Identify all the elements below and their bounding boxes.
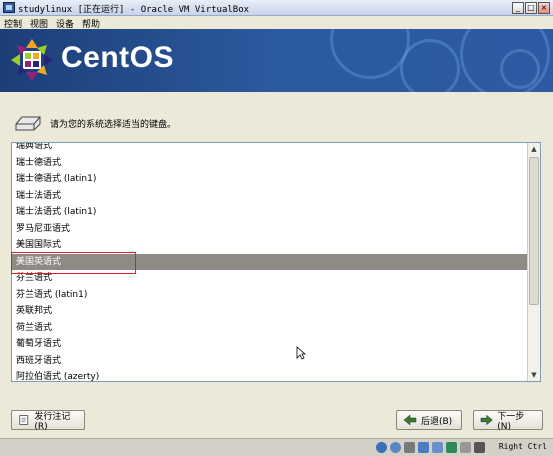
list-scrollbar[interactable]: ▲ ▼ (527, 143, 540, 381)
banner-swirl (400, 39, 460, 92)
centos-logo-icon (11, 39, 53, 81)
minimize-button[interactable]: _ (512, 2, 524, 14)
hard-disk-icon[interactable] (376, 442, 387, 453)
document-icon (19, 415, 29, 425)
host-key-label: Right Ctrl (498, 442, 547, 451)
banner-swirl (500, 49, 540, 89)
installer-content: 请为您的系统选择适当的键盘。 瑞典语式 瑞士德语式 瑞士德语式 (latin1)… (0, 92, 553, 438)
keyboard-list-item[interactable]: 罗马尼亚语式 (12, 221, 529, 238)
back-button[interactable]: 后退(B) (396, 410, 462, 430)
annotation-highlight-box (11, 252, 136, 274)
keyboard-list-item[interactable]: 瑞士法语式 (latin1) (12, 204, 529, 221)
keyboard-list-item[interactable]: 英联邦式 (12, 303, 529, 320)
centos-logo-text: CentOS (61, 41, 175, 74)
keyboard-list-item[interactable]: 荷兰语式 (12, 320, 529, 337)
release-notes-label: 发行注记(R) (34, 411, 71, 432)
keyboard-list-item[interactable]: 葡萄牙语式 (12, 336, 529, 353)
centos-banner: CentOS (0, 29, 553, 92)
menu-bar: 控制 视图 设备 帮助 (0, 16, 553, 30)
keyboard-icon (15, 116, 41, 131)
optical-drive-icon[interactable] (390, 442, 401, 453)
keyboard-list-item[interactable]: 阿拉伯语式 (azerty) (12, 369, 529, 381)
scrollbar-thumb[interactable] (529, 157, 539, 305)
back-label: 后退(B) (421, 416, 453, 427)
shared-folders-icon[interactable] (432, 442, 443, 453)
host-key-arrow-icon (474, 442, 485, 453)
maximize-button[interactable]: □ (525, 2, 537, 14)
virtualbox-app-icon (3, 2, 15, 13)
release-notes-button[interactable]: 发行注记(R) (11, 410, 85, 432)
keyboard-list-item[interactable]: 瑞士法语式 (12, 188, 529, 205)
next-arrow-icon (480, 414, 493, 426)
back-arrow-icon (403, 414, 417, 426)
next-label: 下一步(N) (497, 411, 525, 432)
scroll-down-arrow-icon[interactable]: ▼ (528, 369, 540, 381)
display-icon[interactable] (446, 442, 457, 453)
banner-swirl (330, 29, 410, 79)
keyboard-list-item[interactable]: 芬兰语式 (latin1) (12, 287, 529, 304)
keyboard-prompt: 请为您的系统选择适当的键盘。 (50, 120, 177, 130)
next-button[interactable]: 下一步(N) (473, 410, 543, 432)
usb-icon[interactable] (404, 442, 415, 453)
window-titlebar: studylinux [正在运行] - Oracle VM VirtualBox… (0, 0, 553, 16)
network-icon[interactable] (418, 442, 429, 453)
mouse-integration-icon[interactable] (460, 442, 471, 453)
vm-statusbar: Right Ctrl (0, 438, 553, 456)
keyboard-list-item[interactable]: 瑞士德语式 (12, 155, 529, 172)
keyboard-list-item[interactable]: 瑞士德语式 (latin1) (12, 171, 529, 188)
window-title: studylinux [正在运行] - Oracle VM VirtualBox (18, 5, 250, 15)
mouse-cursor-icon (296, 346, 306, 360)
keyboard-list-item[interactable]: 瑞典语式 (12, 143, 529, 155)
keyboard-list-item[interactable]: 西班牙语式 (12, 353, 529, 370)
scroll-up-arrow-icon[interactable]: ▲ (528, 143, 540, 155)
close-button[interactable]: × (538, 2, 550, 14)
